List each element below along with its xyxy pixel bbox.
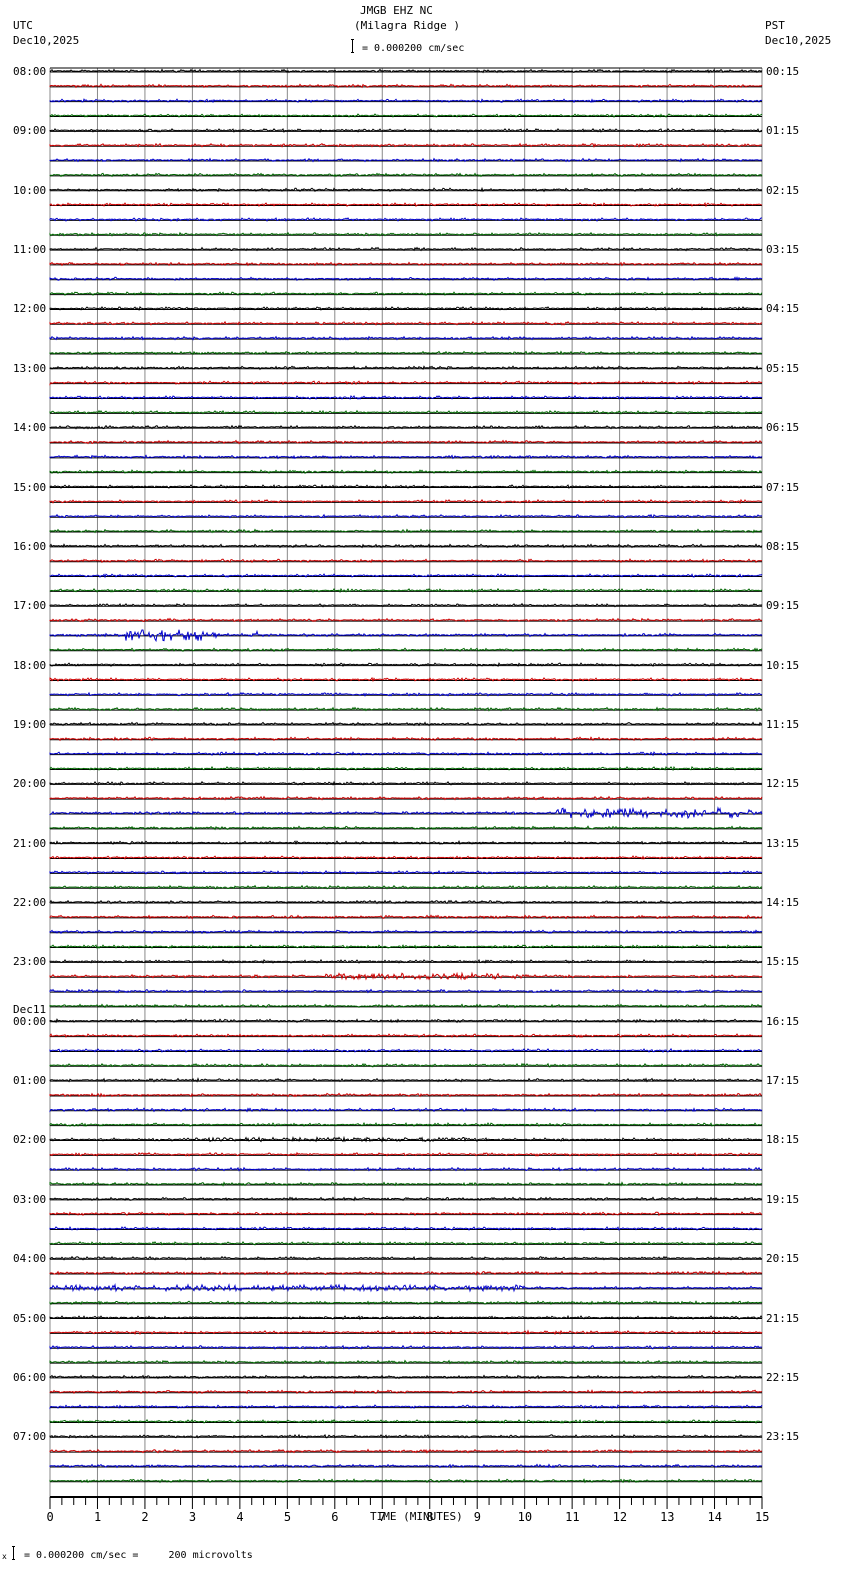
seismic-trace [49, 806, 763, 820]
left-time-label: 08:00 [13, 65, 47, 78]
seismic-trace [49, 629, 763, 643]
left-date-label: Dec11 [13, 1002, 47, 1016]
left-time-label: 10:00 [13, 183, 47, 197]
right-time-label: 03:15 [766, 243, 800, 257]
right-time-label: 18:15 [766, 1133, 800, 1147]
left-time-label: 01:00 [13, 1074, 47, 1088]
right-time-label: 19:15 [766, 1192, 800, 1206]
right-time-label: 21:15 [766, 1311, 800, 1325]
left-time-label: 20:00 [13, 777, 47, 791]
left-time-label: 19:00 [13, 717, 47, 731]
x-tick-label: 12 [612, 1510, 628, 1524]
right-time-label: 06:15 [766, 421, 800, 435]
left-time-label: 12:00 [13, 302, 47, 316]
right-time-label: 16:15 [766, 1014, 800, 1028]
left-time-label: 09:00 [13, 124, 47, 138]
left-time-label: 23:00 [13, 955, 47, 969]
left-time-label: 21:00 [13, 836, 47, 850]
x-axis-title: TIME (MINUTES) [370, 1510, 463, 1523]
right-time-label: 02:15 [766, 183, 800, 197]
right-time-label: 13:15 [766, 836, 800, 850]
seismogram-plot [49, 67, 763, 1509]
left-time-label: 03:00 [13, 1192, 47, 1206]
right-time-label: 09:15 [766, 599, 800, 613]
seismic-trace [49, 971, 763, 981]
left-time-label: 06:00 [13, 1370, 47, 1384]
left-time-label: 00:00 [13, 1014, 47, 1028]
x-tick-label: 5 [283, 1510, 292, 1524]
left-time-label: 11:00 [13, 243, 47, 257]
footer-scale-icon [12, 1546, 15, 1560]
right-time-label: 01:15 [766, 124, 800, 138]
right-time-label: 10:15 [766, 658, 800, 672]
left-time-label: 07:00 [13, 1430, 47, 1444]
right-time-label: 11:15 [766, 717, 800, 731]
x-tick-label: 14 [707, 1510, 722, 1524]
right-time-label: 20:15 [766, 1252, 800, 1266]
seismic-trace [49, 1283, 763, 1293]
left-time-label: 04:00 [13, 1252, 47, 1266]
right-time-label: 17:15 [766, 1074, 800, 1088]
right-time-label: 00:15 [766, 65, 800, 78]
seismic-trace [49, 1018, 763, 1024]
x-tick-label: 15 [755, 1510, 770, 1524]
right-time-label: 12:15 [766, 777, 800, 791]
x-tick-label: 3 [188, 1510, 197, 1524]
left-time-label: 17:00 [13, 599, 47, 613]
left-time-label: 16:00 [13, 539, 47, 553]
x-tick-label: 9 [473, 1510, 481, 1524]
right-time-label: 07:15 [766, 480, 800, 494]
left-time-label: 02:00 [13, 1133, 47, 1147]
x-tick-label: 6 [331, 1510, 339, 1524]
x-tick-label: 1 [93, 1510, 102, 1524]
x-tick-label: 2 [141, 1510, 149, 1524]
right-time-label: 08:15 [766, 539, 800, 553]
right-time-label: 04:15 [766, 302, 800, 316]
left-time-label: 15:00 [13, 480, 47, 494]
footer-mark: x [2, 1552, 7, 1561]
left-time-label: 05:00 [13, 1311, 47, 1325]
x-tick-label: 10 [517, 1510, 533, 1524]
right-time-label: 05:15 [766, 361, 800, 375]
left-time-label: 13:00 [13, 361, 47, 375]
right-time-label: 23:15 [766, 1430, 800, 1444]
right-time-label: 14:15 [766, 896, 800, 910]
x-tick-label: 4 [236, 1510, 244, 1524]
left-time-label: 14:00 [13, 421, 47, 435]
left-time-label: 22:00 [13, 896, 47, 910]
right-time-label: 15:15 [766, 955, 800, 969]
x-tick-label: 0 [46, 1510, 54, 1524]
x-tick-label: 13 [660, 1510, 675, 1524]
right-time-label: 22:15 [766, 1370, 800, 1384]
x-tick-label: 11 [565, 1510, 580, 1524]
left-time-label: 18:00 [13, 658, 47, 672]
footer-scale-label: = 0.000200 cm/sec = 200 microvolts [24, 1550, 253, 1561]
